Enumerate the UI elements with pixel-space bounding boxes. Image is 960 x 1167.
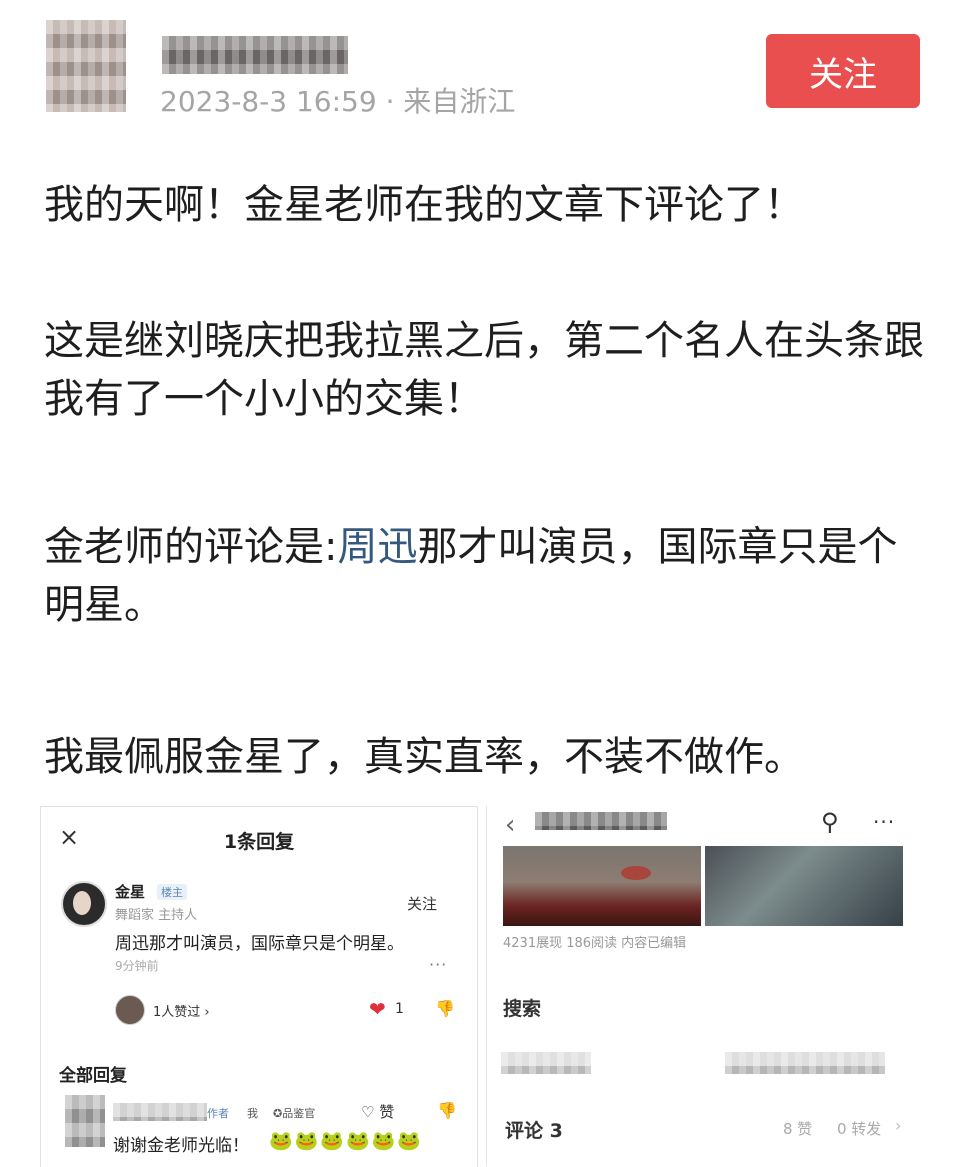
author-name-blurred[interactable] [162,36,348,74]
search-icon[interactable]: ⚲ [821,808,839,836]
more-icon[interactable]: ··· [873,810,895,834]
article-stats: 4231展现 186阅读 内容已编辑 [503,936,687,951]
post-timestamp: 2023-8-3 16:59 [160,85,377,118]
reply-name-blurred[interactable] [113,1103,207,1121]
liker-avatar[interactable] [115,995,145,1025]
reply-avatar[interactable] [65,1095,105,1147]
article-stats-screenshot: ‹ ⚲ ··· 4231展现 186阅读 内容已编辑 搜索 评论 3 8 赞 0… [486,806,921,1166]
likes-count: 8 赞 [783,1120,813,1138]
heart-icon[interactable]: ❤ [369,997,386,1021]
commenter-follow-button[interactable]: 关注 [407,893,437,914]
commenter-avatar[interactable] [61,881,107,927]
commenter-role: 舞蹈家 主持人 [115,908,198,923]
article-paragraph-3: 金老师的评论是:周迅那才叫演员，国际章只是个明星。 [44,518,924,634]
commenter-name[interactable]: 金星 [115,881,145,902]
post-location: 来自浙江 [403,85,516,118]
shares-count: 0 转发 [837,1120,882,1138]
frog-emoji-icons: 🐸🐸🐸🐸🐸🐸 [269,1130,423,1152]
blurred-search-item-2[interactable] [725,1052,885,1074]
author-avatar[interactable] [46,20,126,112]
article-paragraph-1: 我的天啊！金星老师在我的文章下评论了！ [44,182,804,228]
thumbs-down-icon[interactable]: 👎 [435,999,455,1018]
article-image-2[interactable] [705,846,903,926]
reply-text: 谢谢金老师光临！ [113,1136,249,1156]
reviewer-tag: ✪品鉴官 [273,1107,316,1120]
search-section-label: 搜索 [503,998,542,1020]
more-icon[interactable]: ··· [429,955,447,974]
back-icon[interactable]: ‹ [505,810,515,840]
post-meta: 2023-8-3 16:59 · 来自浙江 [160,80,515,120]
meta-separator: · [385,85,395,118]
blurred-search-item-1[interactable] [501,1052,591,1074]
comments-count: 评论 3 [505,1120,563,1142]
chevron-right-icon[interactable]: › [895,1116,901,1135]
owner-badge: 楼主 [157,884,187,900]
likers-link[interactable]: 1人赞过 › [153,1001,210,1020]
person-link[interactable]: 周迅 [337,524,417,570]
author-tag: 作者 [207,1107,229,1120]
article-paragraph-2: 这是继刘晓庆把我拉黑之后，第二个名人在头条跟我有了一个小小的交集！ [44,318,924,422]
me-tag: 我 [247,1107,258,1120]
reply-screenshot: × 1条回复 金星 楼主 舞蹈家 主持人 关注 周迅那才叫演员，国际章只是个明星… [40,806,478,1167]
reply-count-title: 1条回复 [223,831,295,853]
all-replies-heading: 全部回复 [59,1066,127,1086]
article-paragraph-4: 我最佩服金星了，真实直率，不装不做作。 [44,734,804,780]
article-image-1[interactable] [503,846,701,926]
reply-like-button[interactable]: ♡ 赞 [361,1101,394,1122]
like-count: 1 [395,1001,404,1017]
comment-time: 9分钟前 [115,959,159,973]
reply-thumbs-down-icon[interactable]: 👎 [437,1101,457,1120]
paragraph-3-prefix: 金老师的评论是: [44,524,338,570]
header-name-blurred [535,812,667,830]
follow-button[interactable]: 关注 [766,34,920,108]
comment-text: 周迅那才叫演员，国际章只是个明星。 [115,934,404,954]
